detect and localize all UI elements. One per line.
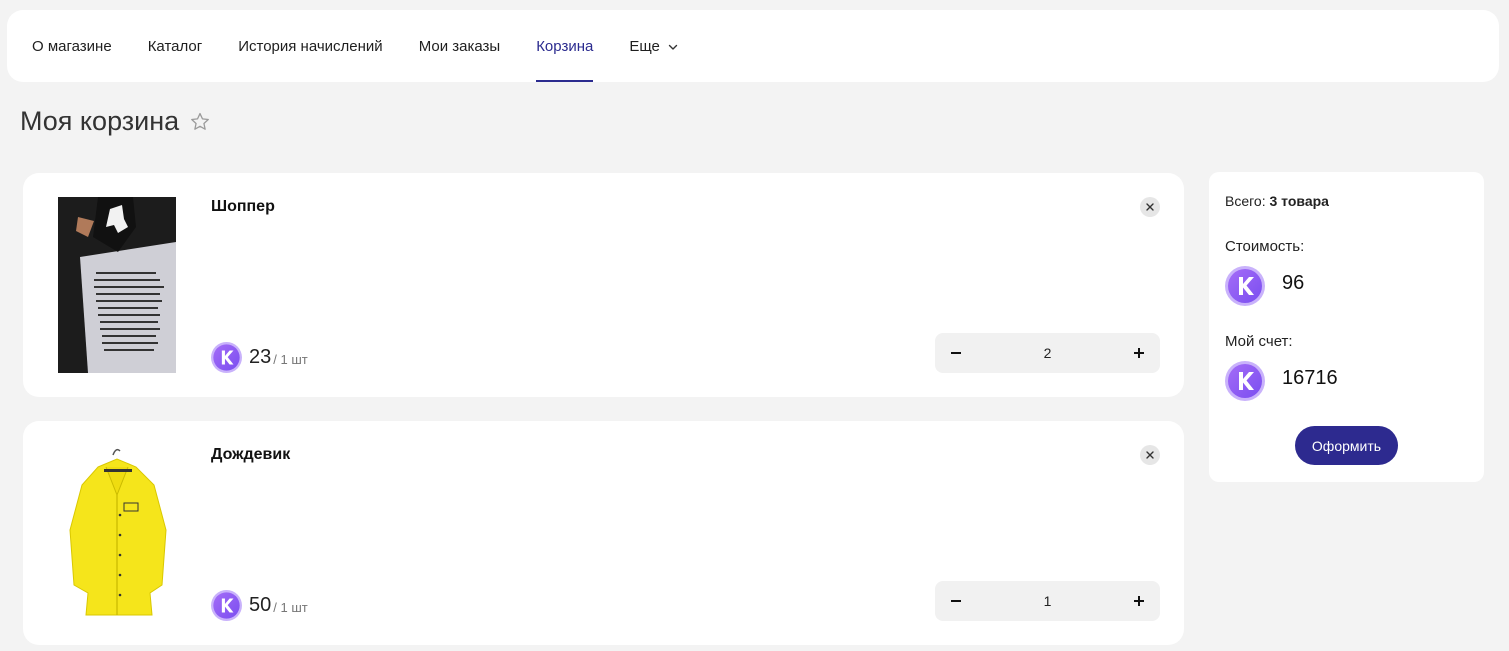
coin-icon bbox=[1225, 361, 1265, 401]
product-name[interactable]: Шоппер bbox=[211, 198, 275, 216]
minus-icon bbox=[951, 600, 961, 602]
cart-item: Дождевик 50 / 1 шт 1 bbox=[23, 421, 1184, 645]
price-value: 50 bbox=[249, 594, 272, 616]
nav-item-more[interactable]: Еще bbox=[629, 10, 678, 82]
quantity-stepper: 2 bbox=[935, 333, 1160, 373]
total-value: 3 товара bbox=[1269, 193, 1329, 209]
order-summary: Всего: 3 товара Стоимость: 96 Мой счет: … bbox=[1209, 172, 1484, 482]
price-unit: / 1 шт bbox=[273, 600, 308, 615]
nav-item-history[interactable]: История начислений bbox=[238, 10, 382, 82]
nav-item-more-label: Еще bbox=[629, 37, 660, 55]
account-value: 16716 bbox=[1282, 367, 1338, 389]
nav-item-about[interactable]: О магазине bbox=[32, 10, 112, 82]
increase-quantity-button[interactable] bbox=[1132, 346, 1146, 360]
remove-item-button[interactable] bbox=[1140, 197, 1160, 217]
cost-label: Стоимость: bbox=[1225, 238, 1305, 255]
price-unit: / 1 шт bbox=[273, 352, 308, 367]
tote-bag-image[interactable] bbox=[58, 197, 176, 373]
remove-item-button[interactable] bbox=[1140, 445, 1160, 465]
page-title: Моя корзина bbox=[20, 105, 180, 136]
total-label: Всего: bbox=[1225, 193, 1266, 209]
nav-item-orders[interactable]: Мои заказы bbox=[419, 10, 501, 82]
raincoat-image[interactable] bbox=[58, 445, 176, 621]
plus-icon bbox=[1133, 348, 1144, 358]
product-name[interactable]: Дождевик bbox=[211, 446, 290, 464]
close-icon bbox=[1146, 451, 1154, 459]
account-label: Мой счет: bbox=[1225, 333, 1293, 350]
coin-icon bbox=[211, 590, 242, 621]
price-row: 23 / 1 шт bbox=[211, 342, 308, 373]
star-icon[interactable] bbox=[189, 111, 211, 133]
decrease-quantity-button[interactable] bbox=[949, 594, 963, 608]
increase-quantity-button[interactable] bbox=[1132, 594, 1146, 608]
coin-icon bbox=[211, 342, 242, 373]
nav-item-catalog[interactable]: Каталог bbox=[148, 10, 203, 82]
decrease-quantity-button[interactable] bbox=[949, 346, 963, 360]
price-value: 23 bbox=[249, 346, 272, 368]
nav-item-cart[interactable]: Корзина bbox=[536, 10, 594, 82]
title-row: Моя корзина bbox=[20, 101, 211, 141]
cost-value: 96 bbox=[1282, 272, 1305, 294]
close-icon bbox=[1146, 203, 1154, 211]
quantity-value: 1 bbox=[1043, 593, 1052, 609]
quantity-stepper: 1 bbox=[935, 581, 1160, 621]
total-items: Всего: 3 товара bbox=[1225, 193, 1329, 209]
plus-icon bbox=[1133, 596, 1144, 606]
price-row: 50 / 1 шт bbox=[211, 590, 308, 621]
checkout-button[interactable]: Оформить bbox=[1295, 426, 1398, 465]
top-navigation: О магазине Каталог История начислений Мо… bbox=[7, 10, 1499, 82]
minus-icon bbox=[951, 352, 961, 354]
quantity-value: 2 bbox=[1043, 345, 1052, 361]
coin-icon bbox=[1225, 266, 1265, 306]
cart-item: Шоппер 23 / 1 шт 2 bbox=[23, 173, 1184, 397]
chevron-down-icon bbox=[668, 44, 678, 50]
